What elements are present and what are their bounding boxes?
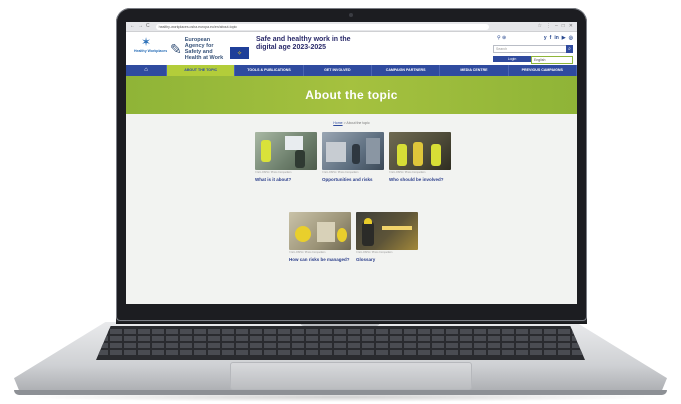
helmet-figure — [364, 218, 372, 224]
main-navigation: ⌂ ABOUT THE TOPIC TOOLS & PUBLICATIONS G… — [126, 65, 577, 76]
card-photo[interactable] — [322, 132, 384, 170]
agency-mark-icon: ✎ — [170, 41, 182, 57]
robot-figure — [366, 138, 380, 164]
search-input[interactable]: Search — [493, 45, 569, 53]
agency-name: European Agency for Safety and Health at… — [184, 37, 224, 61]
site-header: ✶ Healthy Workplaces ✎ European Agency f… — [126, 32, 577, 65]
hero-banner: About the topic — [126, 76, 577, 114]
key-row — [96, 343, 585, 348]
nav-item-tools-publications[interactable]: TOOLS & PUBLICATIONS — [235, 65, 304, 76]
reload-icon[interactable]: C — [146, 24, 150, 29]
nav-item-media-centre[interactable]: MEDIA CENTRE — [440, 65, 509, 76]
worker-figure — [431, 144, 441, 166]
topic-card[interactable]: © EU-OSHA / Photo Competition How can ri… — [289, 212, 351, 262]
agency-logo[interactable]: ✎ European Agency for Safety and Health … — [170, 37, 227, 61]
login-button[interactable]: Login — [493, 56, 531, 62]
laptop-screen: ← → C healthy-workplaces.osha.europa.eu/… — [126, 22, 577, 304]
youtube-icon[interactable]: ▶ — [562, 35, 566, 41]
linkedin-icon[interactable]: in — [554, 35, 558, 41]
person-figure-icon: ✶ — [140, 35, 152, 49]
twitter-icon[interactable]: y — [544, 35, 547, 41]
helmet-figure — [337, 228, 347, 242]
laptop-keyboard — [96, 326, 585, 360]
card-photo[interactable] — [255, 132, 317, 170]
breadcrumb-current: About the topic — [346, 121, 370, 125]
breadcrumb-home-link[interactable]: Home — [333, 121, 342, 125]
topic-card[interactable]: © EU-OSHA / Photo Competition Opportunit… — [322, 132, 384, 182]
card-photo[interactable] — [389, 132, 451, 170]
header-tools: ⚲ ⊕ y f in ▶ ◎ Search ⌕ Login English — [493, 35, 573, 65]
instagram-icon[interactable]: ◎ — [569, 35, 573, 41]
screen-figure — [285, 136, 303, 150]
menu-icon[interactable]: ⋮ — [546, 24, 551, 29]
worker-figure — [352, 144, 360, 164]
language-select[interactable]: English — [531, 56, 573, 64]
globe-icon[interactable]: ⚲ ⊕ — [497, 35, 506, 41]
nav-item-get-involved[interactable]: GET INVOLVED — [304, 65, 372, 76]
key-row — [96, 329, 585, 334]
back-icon[interactable]: ← — [130, 24, 135, 29]
card-link[interactable]: Opportunities and risks — [322, 177, 384, 182]
card-caption: © EU-OSHA / Photo Competition — [289, 251, 326, 254]
card-link[interactable]: Glossary — [356, 257, 418, 262]
campaign-title[interactable]: Safe and healthy work in the digital age… — [256, 36, 366, 51]
browser-controls: ☆ ⋮ – □ ✕ — [538, 24, 574, 29]
helmet-figure — [295, 226, 311, 242]
worker-figure — [295, 150, 305, 168]
card-caption: © EU-OSHA / Photo Competition — [389, 171, 426, 174]
social-links: y f in ▶ ◎ — [544, 35, 573, 41]
topic-card[interactable]: © EU-OSHA / Photo Competition What is it… — [255, 132, 317, 182]
minimize-icon[interactable]: – — [555, 24, 558, 29]
nav-item-about-the-topic[interactable]: ABOUT THE TOPIC — [167, 65, 236, 76]
worker-figure — [261, 140, 271, 162]
search-icon[interactable]: ⌕ — [566, 45, 573, 53]
spark-figure — [382, 226, 412, 230]
key-row — [96, 350, 585, 355]
object-figure — [317, 222, 335, 242]
healthy-workplaces-logo[interactable]: ✶ Healthy Workplaces — [134, 35, 168, 53]
breadcrumb: Home > About the topic — [126, 121, 577, 125]
facebook-icon[interactable]: f — [550, 35, 552, 41]
page-title: About the topic — [305, 88, 398, 102]
card-caption: © EU-OSHA / Photo Competition — [322, 171, 359, 174]
laptop-trackpad — [230, 362, 472, 390]
browser-toolbar: ← → C healthy-workplaces.osha.europa.eu/… — [126, 22, 577, 32]
close-icon[interactable]: ✕ — [569, 24, 573, 29]
card-photo[interactable] — [356, 212, 418, 250]
card-link[interactable]: What is it about? — [255, 177, 317, 182]
address-bar[interactable]: healthy-workplaces.osha.europa.eu/en/abo… — [155, 23, 489, 30]
eu-flag-icon: ✧ — [230, 47, 249, 59]
bookmark-icon[interactable]: ☆ — [538, 24, 542, 29]
nav-item-campaign-partners[interactable]: CAMPAIGN PARTNERS — [372, 65, 441, 76]
maximize-icon[interactable]: □ — [562, 24, 565, 29]
hw-logo-text: Healthy Workplaces — [134, 49, 168, 53]
worker-figure — [397, 144, 407, 166]
card-caption: © EU-OSHA / Photo Competition — [255, 171, 292, 174]
card-link[interactable]: Who should be involved? — [389, 177, 451, 182]
worker-figure — [413, 142, 423, 166]
webcam — [349, 13, 353, 17]
card-caption: © EU-OSHA / Photo Competition — [356, 251, 393, 254]
laptop-base-edge — [14, 390, 667, 395]
worker-figure — [362, 222, 374, 246]
browser-nav-buttons: ← → C — [130, 24, 150, 29]
nav-item-previous-campaigns[interactable]: PREVIOUS CAMPAIGNS — [509, 65, 577, 76]
topic-card[interactable]: © EU-OSHA / Photo Competition Who should… — [389, 132, 451, 182]
machine-figure — [326, 142, 346, 162]
forward-icon[interactable]: → — [138, 24, 143, 29]
key-row — [96, 336, 585, 341]
card-photo[interactable] — [289, 212, 351, 250]
laptop-lid: ← → C healthy-workplaces.osha.europa.eu/… — [116, 8, 587, 321]
topic-card[interactable]: © EU-OSHA / Photo Competition Glossary — [356, 212, 418, 262]
card-link[interactable]: How can risks be managed? — [289, 257, 351, 262]
home-icon[interactable]: ⌂ — [126, 65, 167, 76]
